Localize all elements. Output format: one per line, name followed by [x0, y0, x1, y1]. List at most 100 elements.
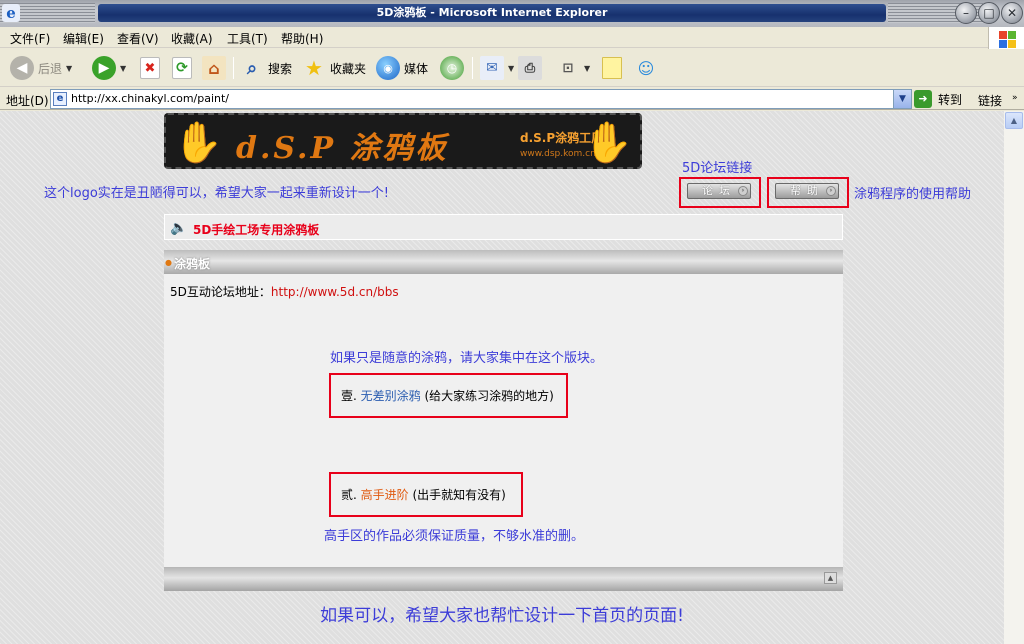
favorites-button[interactable]: ★ 收藏夹 — [302, 55, 366, 81]
ie-logo-icon[interactable]: e — [2, 4, 20, 22]
messenger-icon: ☺ — [637, 58, 655, 78]
back-arrow-icon: ◀ — [10, 56, 34, 80]
chevron-right-icon[interactable]: » — [1012, 93, 1018, 103]
windows-logo-icon — [988, 27, 1024, 49]
menu-favorites[interactable]: 收藏(A) — [171, 30, 213, 47]
section1-box: 壹. 无差别涂鸦 (给大家练习涂鸦的地方) — [329, 373, 568, 418]
links-button[interactable]: 链接 — [978, 92, 1002, 109]
section2-box: 贰. 高手进阶 (出手就知有没有) — [329, 472, 523, 517]
bottom-note: 如果可以，希望大家也帮忙设计一下首页的页面! — [320, 606, 684, 626]
section2-row: 贰. 高手进阶 (出手就知有没有) — [341, 486, 506, 503]
stop-icon: ✖ — [140, 57, 160, 79]
mail-button[interactable]: ✉ ▼ — [480, 55, 514, 81]
stop-button[interactable]: ✖ — [140, 55, 160, 81]
section1-desc: (给大家练习涂鸦的地方) — [424, 389, 554, 403]
forum-button-highlight: 论坛 › — [679, 177, 761, 208]
help-button-highlight: 帮助 › — [767, 177, 849, 208]
help-note: 涂鸦程序的使用帮助 — [854, 187, 972, 202]
history-button[interactable]: ◷ — [440, 55, 464, 81]
note-icon — [602, 57, 622, 79]
title-bar: e 5D涂鸦板 - Microsoft Internet Explorer – … — [0, 0, 1024, 27]
menu-edit[interactable]: 编辑(E) — [63, 30, 104, 47]
speaker-icon: 🔈 — [170, 220, 188, 236]
forum-link-label: 5D论坛链接 — [682, 161, 753, 176]
window-title: 5D涂鸦板 - Microsoft Internet Explorer — [98, 4, 886, 22]
menu-view[interactable]: 查看(V) — [117, 30, 159, 47]
go-arrow-icon: ➜ — [914, 90, 932, 108]
section1-row: 壹. 无差别涂鸦 (给大家练习涂鸦的地方) — [341, 387, 554, 404]
forward-arrow-icon: ▶ — [92, 56, 116, 80]
print-button[interactable]: ⎙ — [518, 55, 542, 81]
vertical-scrollbar[interactable]: ▲ — [1004, 111, 1024, 644]
board-note2: 高手区的作品必须保证质量，不够水准的删。 — [324, 529, 585, 544]
chevron-icon: › — [738, 186, 748, 196]
board-address-link[interactable]: http://www.5d.cn/bbs — [271, 285, 399, 299]
board-footer: ▲ — [164, 567, 843, 591]
search-button[interactable]: ⌕ 搜索 — [240, 55, 292, 81]
forum-button[interactable]: 论坛 › — [687, 183, 751, 199]
logo-brand: d.S.P 涂鸦板 — [236, 131, 449, 166]
page-icon: e — [53, 92, 67, 106]
close-icon[interactable]: ✕ — [1001, 2, 1023, 24]
fullscreen-icon: ⊡ — [562, 60, 574, 76]
refresh-icon: ⟳ — [172, 57, 192, 79]
forum-button-label: 论坛 — [702, 184, 736, 197]
address-bar: 地址(D) e http://xx.chinakyl.com/paint/ ▼ … — [0, 88, 1024, 110]
address-input[interactable]: e http://xx.chinakyl.com/paint/ ▼ — [50, 89, 912, 109]
search-label: 搜索 — [268, 61, 293, 76]
address-url[interactable]: http://xx.chinakyl.com/paint/ — [71, 92, 229, 105]
board-address: 5D互动论坛地址：http://www.5d.cn/bbs — [170, 283, 399, 300]
chevron-down-icon[interactable]: ▼ — [120, 64, 126, 73]
back-label: 后退 — [38, 61, 63, 76]
forward-button[interactable]: ▶ ▼ — [92, 55, 126, 81]
back-to-top-icon[interactable]: ▲ — [824, 572, 837, 584]
board-note1: 如果只是随意的涂鸦，请大家集中在这个版块。 — [330, 351, 604, 366]
forum-title-bar: 🔈 5D手绘工场专用涂鸦板 — [164, 214, 843, 240]
toolbar-separator — [233, 57, 234, 79]
forum-title: 5D手绘工场专用涂鸦板 — [193, 223, 320, 237]
go-button[interactable]: ➜ 转到 — [914, 90, 962, 108]
menu-file[interactable]: 文件(F) — [10, 30, 50, 47]
chevron-down-icon[interactable]: ▼ — [893, 90, 911, 108]
section1-prefix: 壹. — [341, 389, 357, 403]
history-icon: ◷ — [440, 56, 464, 80]
favorites-label: 收藏夹 — [330, 61, 367, 76]
chevron-down-icon[interactable]: ▼ — [584, 64, 590, 73]
search-icon: ⌕ — [246, 57, 258, 79]
maximize-icon[interactable]: □ — [978, 2, 1000, 24]
chevron-icon: › — [826, 186, 836, 196]
minimize-icon[interactable]: – — [955, 2, 977, 24]
refresh-button[interactable]: ⟳ — [172, 55, 192, 81]
media-globe-icon: ◉ — [376, 56, 400, 80]
scroll-up-icon[interactable]: ▲ — [1005, 112, 1023, 129]
bullet-icon: ● — [165, 258, 172, 267]
menu-tools[interactable]: 工具(T) — [227, 30, 268, 47]
media-label: 媒体 — [404, 61, 429, 76]
fullscreen-button[interactable]: ⊡ ▼ — [556, 55, 591, 81]
media-button[interactable]: ◉ 媒体 — [376, 55, 428, 81]
board-header: ● 涂鸦板 — [164, 250, 843, 274]
address-label: 地址(D) — [6, 94, 49, 108]
go-label: 转到 — [938, 92, 963, 107]
section2-prefix: 贰. — [341, 488, 357, 502]
section2-desc: (出手就知有没有) — [412, 488, 506, 502]
board-header-title: 涂鸦板 — [174, 257, 211, 271]
chevron-down-icon[interactable]: ▼ — [508, 64, 514, 73]
site-logo: ✋ d.S.P 涂鸦板 d.S.P涂鸦工厂 www.dsp.kom.cn ✋ — [164, 113, 642, 169]
section1-link[interactable]: 无差别涂鸦 — [361, 389, 421, 403]
favorites-star-icon: ★ — [305, 56, 323, 80]
section2-link[interactable]: 高手进阶 — [361, 488, 409, 502]
page-content: ✋ d.S.P 涂鸦板 d.S.P涂鸦工厂 www.dsp.kom.cn ✋ 这… — [0, 111, 1004, 644]
help-button[interactable]: 帮助 › — [775, 183, 839, 199]
help-button-label: 帮助 — [790, 184, 824, 197]
messenger-button[interactable]: ☺ — [634, 55, 658, 81]
menu-help[interactable]: 帮助(H) — [281, 30, 323, 47]
home-button[interactable]: ⌂ — [202, 55, 226, 81]
toolbar-separator — [472, 57, 473, 79]
hand-right-icon: ✋ — [583, 120, 633, 166]
board-address-label: 5D互动论坛地址： — [170, 285, 271, 299]
note-button[interactable] — [602, 55, 622, 81]
chevron-down-icon[interactable]: ▼ — [66, 64, 72, 73]
back-button[interactable]: ◀ 后退 ▼ — [10, 55, 72, 81]
logo-note: 这个logo实在是丑陋得可以，希望大家一起来重新设计一个! — [44, 186, 389, 201]
